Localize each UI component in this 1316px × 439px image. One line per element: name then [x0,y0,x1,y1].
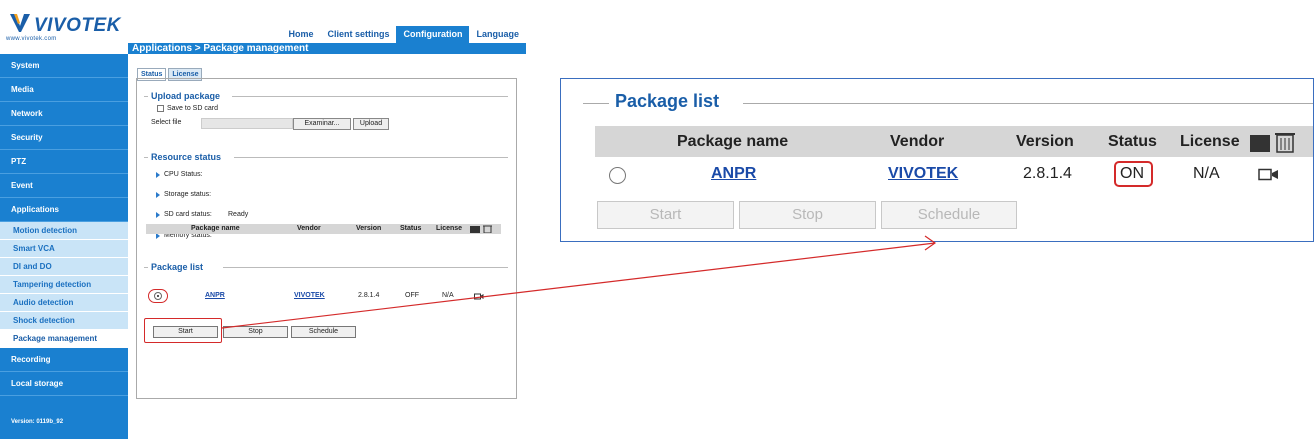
resource-status-title: Resource status [151,152,226,162]
section-divider [234,157,508,158]
sidebar-item-security[interactable]: Security [0,126,128,150]
top-navigation: Home Client settings Configuration Langu… [128,26,526,43]
upload-package-title: Upload package [151,91,225,101]
zoom-package-license: N/A [1193,165,1220,182]
zoom-stop-button[interactable]: Stop [739,201,876,229]
zoom-package-radio-button[interactable] [609,167,626,184]
zoom-schedule-button[interactable]: Schedule [881,201,1017,229]
zoom-header-version: Version [1016,133,1074,150]
header-status: Status [400,225,422,232]
vivotek-logo[interactable]: VIVOTEK [8,10,120,36]
submenu-package-management[interactable]: Package management [0,330,128,348]
package-list-title: Package list [151,262,208,272]
nav-home[interactable]: Home [281,26,320,43]
zoom-table-header: Package name Vendor Version Status Licen… [595,126,1313,157]
expand-arrow-icon[interactable] [156,212,160,218]
sidebar-item-ptz[interactable]: PTZ [0,150,128,174]
zoom-header-package-name: Package name [677,133,789,150]
zoom-header-vendor: Vendor [890,133,945,150]
zoom-folder-trash-icons [1250,133,1295,153]
vivotek-logo-icon [10,14,30,32]
section-divider [144,267,148,268]
zoom-header-license: License [1180,133,1240,150]
section-divider [743,103,1313,104]
stop-button[interactable]: Stop [223,326,288,338]
section-divider [144,157,148,158]
sidebar-item-media[interactable]: Media [0,78,128,102]
select-file-label: Select file [151,119,182,126]
package-table-header: Package name Vendor Version Status Licen… [146,224,501,234]
expand-arrow-icon[interactable] [156,192,160,198]
header-version: Version [356,225,382,232]
browse-button[interactable]: Examinar... [293,118,351,130]
sd-card-status-value: Ready [228,211,249,218]
logo-area: VIVOTEK www.vivotek.com [0,0,128,53]
sidebar: System Media Network Security PTZ Event … [0,54,128,439]
highlight-box [144,318,222,343]
vendor-link[interactable]: VIVOTEK [294,291,325,301]
package-version: 2.8.1.4 [358,292,380,299]
status-highlight-box [1114,161,1153,187]
submenu-audio-detection[interactable]: Audio detection [0,294,128,312]
zoom-start-button[interactable]: Start [597,201,734,229]
zoom-vendor-link[interactable]: VIVOTEK [888,164,958,184]
submenu-motion-detection[interactable]: Motion detection [0,222,128,240]
expand-arrow-icon[interactable] [156,172,160,178]
logo-url: www.vivotek.com [6,36,57,42]
sidebar-item-local-storage[interactable]: Local storage [0,372,128,396]
logo-text: VIVOTEK [34,15,121,36]
applications-submenu: Motion detection Smart VCA DI and DO Tam… [0,222,128,348]
camera-web-ui: VIVOTEK www.vivotek.com Home Client sett… [0,0,526,439]
sidebar-item-recording[interactable]: Recording [0,348,128,372]
main-content: Status License Upload package Save to SD… [128,54,526,439]
schedule-button[interactable]: Schedule [291,326,356,338]
zoom-package-version: 2.8.1.4 [1023,165,1072,182]
file-path-input[interactable] [201,118,293,129]
zoom-package-name-link[interactable]: ANPR [711,164,756,184]
storage-status-label[interactable]: Storage status: [164,191,211,198]
header-package-name: Package name [191,225,240,232]
submenu-shock-detection[interactable]: Shock detection [0,312,128,330]
nav-language[interactable]: Language [469,26,526,43]
package-status: OFF [405,292,419,299]
camera-icon[interactable] [474,293,484,300]
section-divider [232,96,508,97]
sidebar-item-system[interactable]: System [0,54,128,78]
sidebar-item-network[interactable]: Network [0,102,128,126]
zoom-package-list-title: Package list [609,91,726,112]
sd-card-status-label[interactable]: SD card status: [164,211,212,218]
section-divider [583,103,609,104]
highlight-circle [148,289,168,303]
save-sd-label: Save to SD card [167,105,218,112]
sidebar-item-applications[interactable]: Applications [0,198,128,222]
submenu-di-do[interactable]: DI and DO [0,258,128,276]
cpu-status-label[interactable]: CPU Status: [164,171,203,178]
section-divider [223,267,508,268]
breadcrumb: Applications > Package management [128,43,526,54]
zoom-camera-icon[interactable] [1258,168,1279,181]
zoom-header-status: Status [1108,133,1157,150]
package-name-link[interactable]: ANPR [205,291,225,301]
header-vendor: Vendor [297,225,321,232]
header-license: License [436,225,463,232]
package-license: N/A [442,292,454,299]
sidebar-item-event[interactable]: Event [0,174,128,198]
save-sd-checkbox[interactable] [157,105,164,112]
firmware-version: Version: 0119b_92 [11,419,64,425]
submenu-tampering-detection[interactable]: Tampering detection [0,276,128,294]
folder-trash-icons [470,225,492,233]
submenu-smart-vca[interactable]: Smart VCA [0,240,128,258]
section-divider [144,96,148,97]
nav-configuration[interactable]: Configuration [396,26,470,43]
upload-button[interactable]: Upload [353,118,389,130]
nav-client-settings[interactable]: Client settings [320,26,396,43]
zoomed-package-list: Package list Package name Vendor Version… [560,78,1314,242]
